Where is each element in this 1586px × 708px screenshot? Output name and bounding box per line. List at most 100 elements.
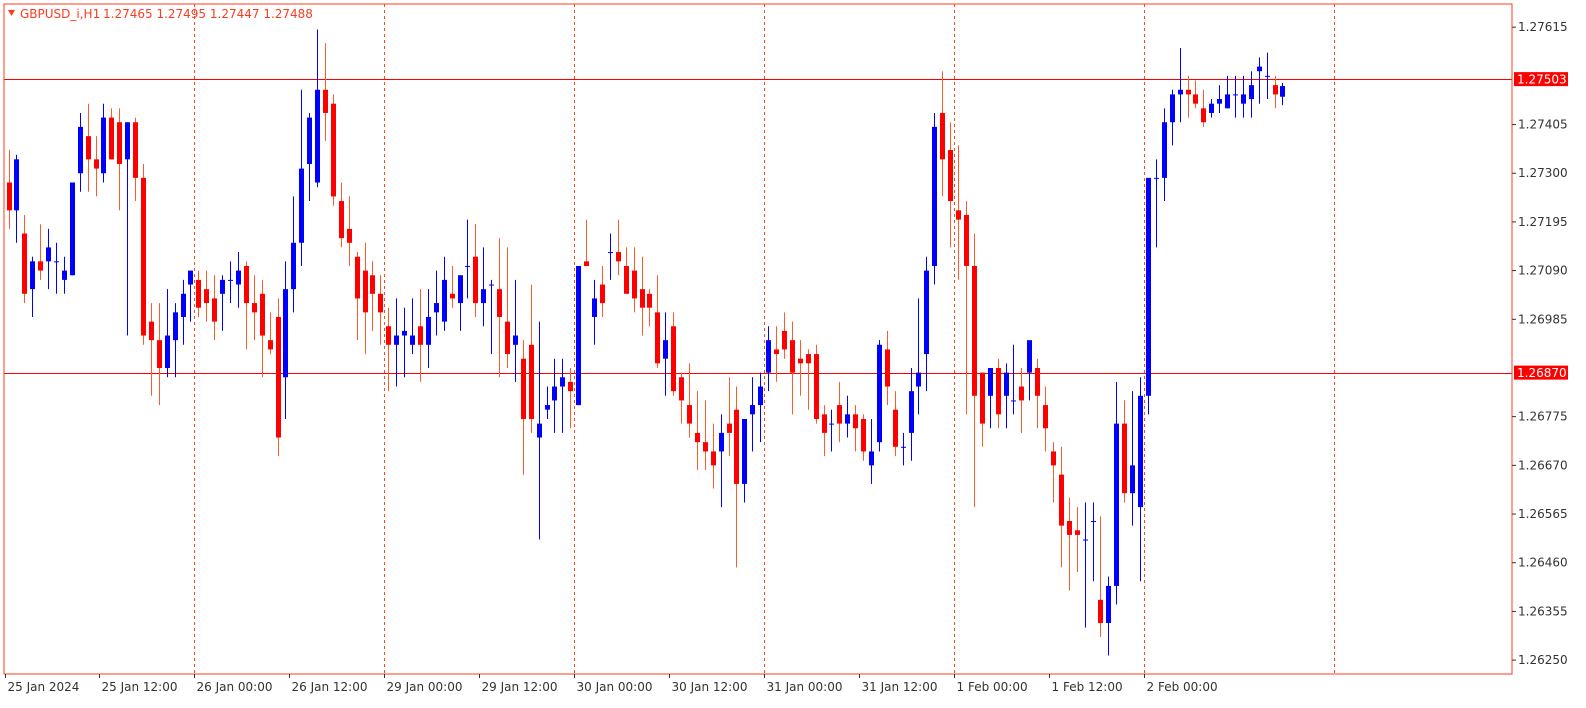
candle[interactable] [141, 163, 146, 345]
candle[interactable] [1043, 386, 1048, 452]
candle[interactable] [30, 256, 35, 317]
candle[interactable] [972, 233, 977, 508]
candle[interactable] [70, 182, 75, 276]
candle[interactable] [663, 312, 668, 396]
candle[interactable] [1051, 442, 1056, 503]
candle[interactable] [822, 405, 827, 457]
candle[interactable] [545, 386, 550, 419]
candle[interactable] [252, 275, 257, 341]
candle[interactable] [86, 103, 91, 192]
candle[interactable] [1257, 57, 1262, 104]
candle[interactable] [386, 307, 391, 392]
candle[interactable] [331, 94, 336, 206]
candle[interactable] [125, 122, 130, 336]
candle[interactable] [1091, 502, 1096, 582]
candle[interactable] [204, 270, 209, 322]
candle[interactable] [260, 279, 265, 378]
candle[interactable] [402, 307, 407, 378]
candle[interactable] [758, 372, 763, 443]
candle[interactable] [695, 391, 700, 470]
candle[interactable] [1162, 108, 1167, 202]
candle[interactable] [228, 261, 233, 304]
candle[interactable] [916, 298, 921, 415]
candle[interactable] [734, 386, 739, 568]
candle[interactable] [513, 279, 518, 382]
candle[interactable] [94, 136, 99, 197]
candle[interactable] [181, 279, 186, 345]
candle[interactable] [885, 330, 890, 406]
candle[interactable] [442, 256, 447, 331]
candle[interactable] [1106, 576, 1111, 656]
candle[interactable] [552, 358, 557, 433]
price-axis[interactable]: 1.27615 1.27405 1.27300 1.27195 1.27090 1.269… [1512, 20, 1568, 667]
candle[interactable] [465, 219, 470, 299]
candle[interactable] [1067, 497, 1072, 591]
candle[interactable] [1280, 82, 1285, 106]
candle[interactable] [1201, 89, 1206, 127]
candle[interactable] [410, 298, 415, 355]
candle[interactable] [766, 326, 771, 392]
candle[interactable] [529, 284, 534, 433]
candle[interactable] [964, 201, 969, 415]
candle[interactable] [608, 233, 613, 280]
candle[interactable] [291, 196, 296, 313]
candle[interactable] [1059, 446, 1064, 568]
candle[interactable] [782, 312, 787, 359]
candle[interactable] [1146, 177, 1151, 415]
candle[interactable] [14, 154, 19, 243]
candle[interactable] [212, 275, 217, 341]
candle[interactable] [1249, 71, 1254, 118]
candle[interactable] [54, 242, 59, 294]
candle[interactable] [687, 363, 692, 438]
candle[interactable] [62, 256, 67, 294]
candle[interactable] [1138, 377, 1143, 582]
candle[interactable] [877, 340, 882, 452]
candle[interactable] [370, 261, 375, 331]
candle[interactable] [22, 214, 27, 304]
candle[interactable] [798, 340, 803, 396]
candle[interactable] [363, 242, 368, 355]
candle[interactable] [149, 303, 154, 396]
candle[interactable] [901, 432, 906, 466]
time-axis[interactable]: 25 Jan 2024 25 Jan 12:00 26 Jan 00:00 26 Ja… [5, 674, 1218, 694]
candle[interactable] [315, 29, 320, 188]
candle[interactable] [568, 367, 573, 429]
candle[interactable] [489, 279, 494, 355]
candle[interactable] [837, 381, 842, 443]
candle[interactable] [101, 103, 106, 183]
candle[interactable] [307, 112, 312, 202]
candle[interactable] [505, 247, 510, 368]
candle[interactable] [426, 289, 431, 368]
candle[interactable] [173, 303, 178, 378]
candle[interactable] [616, 219, 621, 276]
candle[interactable] [1114, 381, 1119, 605]
candle[interactable] [924, 256, 929, 392]
symbol-header[interactable]: GBPUSD_i,H1 1.27465 1.27495 1.27447 1.27… [8, 7, 313, 21]
candle[interactable] [640, 256, 645, 336]
candle[interactable] [671, 312, 676, 396]
candle[interactable] [133, 117, 138, 202]
candle[interactable] [861, 414, 866, 461]
candle[interactable] [450, 265, 455, 308]
candle[interactable] [1233, 75, 1238, 118]
collapse-triangle-icon[interactable] [8, 10, 15, 16]
candle[interactable] [46, 228, 51, 290]
candle[interactable] [78, 112, 83, 192]
candle[interactable] [1170, 89, 1175, 146]
candle[interactable] [679, 372, 684, 424]
candle[interactable] [719, 414, 724, 508]
candle[interactable] [980, 372, 985, 447]
candle[interactable] [339, 182, 344, 248]
candle[interactable] [727, 377, 732, 457]
candle[interactable] [1083, 502, 1088, 628]
candle[interactable] [592, 279, 597, 345]
candle[interactable] [244, 261, 249, 350]
candle[interactable] [1225, 75, 1230, 109]
candle[interactable] [948, 122, 953, 248]
candle[interactable] [434, 270, 439, 336]
candle[interactable] [1209, 99, 1214, 118]
candle[interactable] [940, 71, 945, 197]
candle[interactable] [655, 275, 660, 368]
candle[interactable] [600, 265, 605, 317]
candle[interactable] [790, 321, 795, 415]
